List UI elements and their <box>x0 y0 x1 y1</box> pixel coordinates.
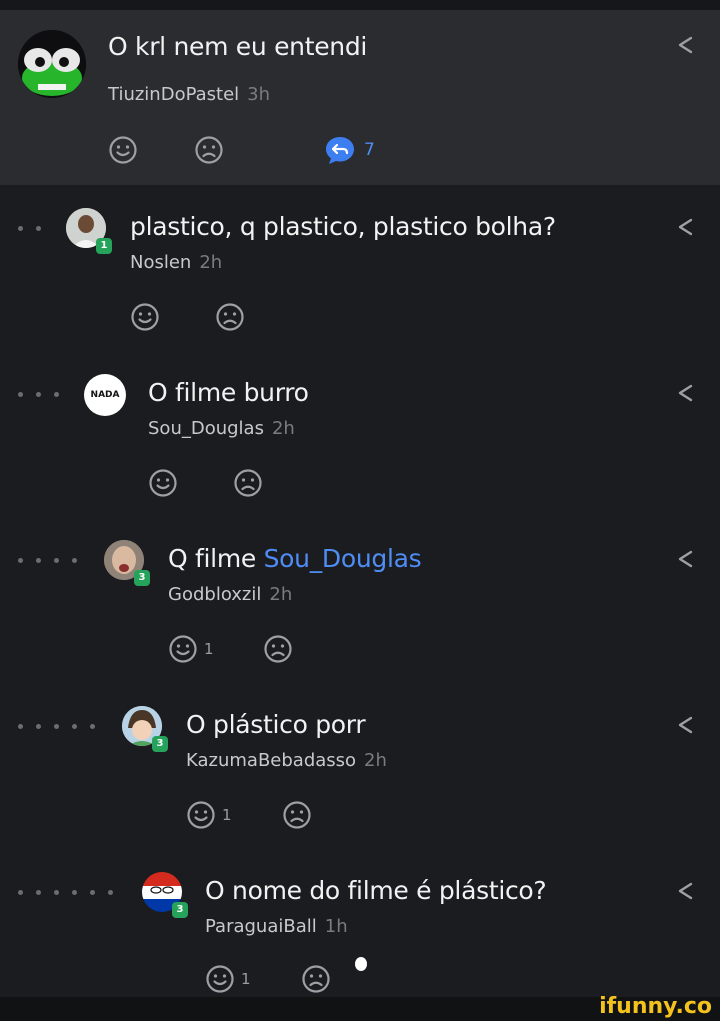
replies-button[interactable]: 7 <box>324 135 375 165</box>
comment-body: Q filme <box>168 544 264 573</box>
frown-icon <box>282 800 312 830</box>
timestamp: 1h <box>324 916 348 937</box>
reply-icon <box>326 137 354 164</box>
smile-button[interactable]: 1 <box>168 634 214 664</box>
comment-meta: KazumaBebadasso 2h <box>186 750 387 771</box>
share-icon[interactable] <box>674 34 696 56</box>
thread-depth-dots <box>18 392 59 398</box>
comment-reply: 3 O nome do filme é plástico? ParaguaiBa… <box>0 860 720 997</box>
watermark: ifunny.co <box>599 994 712 1019</box>
level-badge: 3 <box>134 570 150 586</box>
level-badge: 3 <box>172 902 188 918</box>
smile-count: 1 <box>222 806 232 824</box>
smile-icon <box>130 302 160 332</box>
comment-reply: 3 O plástico porr KazumaBebadasso 2h 1 <box>0 694 720 844</box>
smile-icon <box>205 964 235 994</box>
avatar[interactable] <box>18 30 86 98</box>
comment-meta: ParaguaiBall 1h <box>205 916 348 937</box>
comment-meta: Noslen 2h <box>130 252 222 273</box>
thread-depth-dots <box>18 724 95 730</box>
comment-text: O filme burro <box>148 378 309 407</box>
comment-text: O krl nem eu entendi <box>108 32 368 61</box>
comment-meta: Godbloxzil 2h <box>168 584 292 605</box>
thread-depth-dots <box>18 558 77 564</box>
comment-text: O plástico porr <box>186 710 366 739</box>
username[interactable]: ParaguaiBall <box>205 916 317 937</box>
share-icon[interactable] <box>674 216 696 238</box>
comment-op: O krl nem eu entendi TiuzinDoPastel 3h 7 <box>0 10 720 185</box>
share-icon[interactable] <box>674 880 696 902</box>
username[interactable]: Noslen <box>130 252 191 273</box>
smile-button[interactable] <box>130 302 160 332</box>
level-badge: 1 <box>96 238 112 254</box>
share-icon[interactable] <box>674 714 696 736</box>
avatar[interactable]: 3 <box>122 706 168 752</box>
avatar[interactable]: 3 <box>142 872 188 918</box>
comment-reply: 1 plastico, q plastico, plastico bolha? … <box>0 196 720 346</box>
frown-icon <box>215 302 245 332</box>
comment-reply: 3 Q filme Sou_Douglas Godbloxzil 2h 1 <box>0 528 720 678</box>
reply-count: 7 <box>364 140 375 160</box>
comment-reply: NADA O filme burro Sou_Douglas 2h <box>0 362 720 512</box>
username[interactable]: Sou_Douglas <box>148 418 264 439</box>
avatar[interactable]: 3 <box>104 540 150 586</box>
smile-icon <box>168 634 198 664</box>
avatar-text: NADA <box>90 390 120 400</box>
frown-icon <box>233 468 263 498</box>
unsmile-button[interactable] <box>282 800 312 830</box>
top-bar <box>0 0 720 10</box>
username[interactable]: Godbloxzil <box>168 584 261 605</box>
unsmile-button[interactable] <box>301 964 331 994</box>
smile-button[interactable]: 1 <box>205 964 251 994</box>
timestamp: 2h <box>199 252 223 273</box>
smile-icon <box>186 800 216 830</box>
comment-text: O nome do filme é plástico? <box>205 876 547 905</box>
username[interactable]: TiuzinDoPastel <box>108 84 239 105</box>
avatar[interactable]: NADA <box>84 374 126 416</box>
smile-button[interactable]: 1 <box>186 800 232 830</box>
comment-meta: TiuzinDoPastel 3h <box>108 84 270 105</box>
avatar-image <box>18 30 86 98</box>
avatar[interactable]: 1 <box>66 208 112 254</box>
frown-icon <box>194 135 224 165</box>
share-icon[interactable] <box>674 382 696 404</box>
comment-text: plastico, q plastico, plastico bolha? <box>130 212 556 241</box>
comment-meta: Sou_Douglas 2h <box>148 418 295 439</box>
frown-icon <box>301 964 331 994</box>
frown-icon <box>263 634 293 664</box>
unsmile-button[interactable] <box>215 302 245 332</box>
timestamp: 2h <box>364 750 387 771</box>
level-badge: 3 <box>152 736 168 752</box>
smile-button[interactable] <box>148 468 178 498</box>
smile-icon <box>148 468 178 498</box>
unsmile-button[interactable] <box>194 135 224 165</box>
comment-text: Q filme Sou_Douglas <box>168 544 422 573</box>
thread-depth-dots <box>18 890 113 896</box>
smile-button[interactable] <box>108 135 138 165</box>
timestamp: 2h <box>269 584 293 605</box>
unsmile-button[interactable] <box>233 468 263 498</box>
decorative-dot <box>355 957 367 971</box>
thread-depth-dots <box>18 226 41 232</box>
smile-icon <box>108 135 138 165</box>
username[interactable]: KazumaBebadasso <box>186 750 356 771</box>
smile-count: 1 <box>204 640 214 658</box>
mention-link[interactable]: Sou_Douglas <box>264 544 422 573</box>
smile-count: 1 <box>241 970 251 988</box>
unsmile-button[interactable] <box>263 634 293 664</box>
timestamp: 2h <box>271 418 295 439</box>
share-icon[interactable] <box>674 548 696 570</box>
timestamp: 3h <box>247 84 271 105</box>
